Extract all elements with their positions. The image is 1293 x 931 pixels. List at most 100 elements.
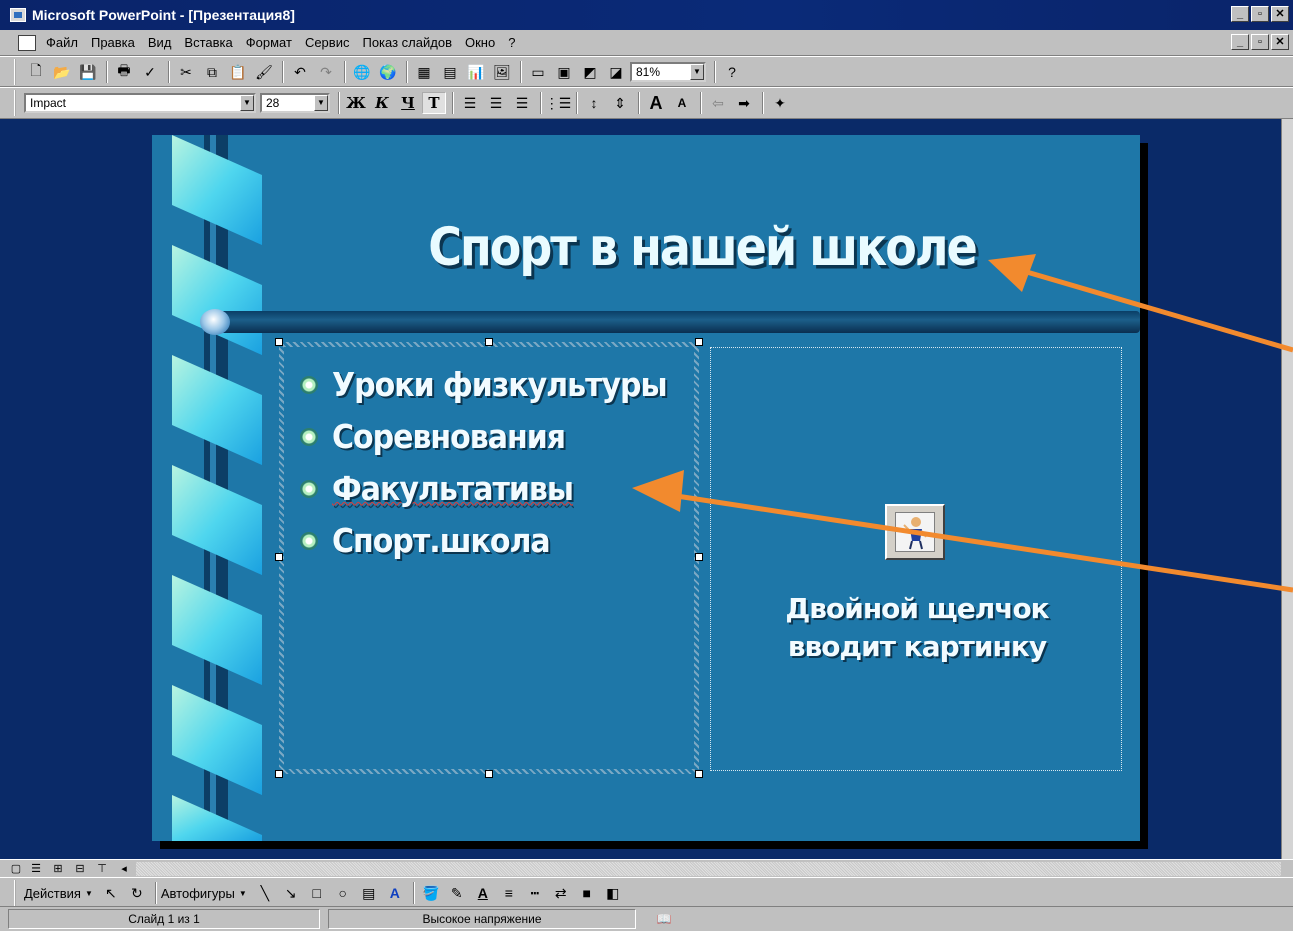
table-icon[interactable]: ▦ [412, 61, 436, 83]
italic-button[interactable]: К [370, 92, 394, 114]
menu-slideshow[interactable]: Показ слайдов [362, 35, 452, 50]
resize-handle[interactable] [485, 338, 493, 346]
font-color-icon[interactable]: A [471, 882, 495, 904]
3d-icon[interactable]: ◧ [601, 882, 625, 904]
actions-menu[interactable]: Действия [24, 886, 81, 901]
undo-icon[interactable]: ↶ [288, 61, 312, 83]
demote-icon[interactable]: ➡ [732, 92, 756, 114]
new-slide-icon[interactable]: ▭ [526, 61, 550, 83]
underline-button[interactable]: Ч [396, 92, 420, 114]
decrease-spacing-icon[interactable]: ⇕ [608, 92, 632, 114]
slideshow-icon[interactable]: ⊤ [94, 862, 110, 876]
increase-spacing-icon[interactable]: ↕ [582, 92, 606, 114]
bullet-textbox[interactable]: Уроки физкультуры Соревнования Факультат… [275, 338, 703, 778]
spell-icon[interactable]: ✓ [138, 61, 162, 83]
align-center-icon[interactable]: ☰ [484, 92, 508, 114]
paste-icon[interactable]: 📋 [226, 61, 250, 83]
resize-handle[interactable] [485, 770, 493, 778]
align-left-icon[interactable]: ☰ [458, 92, 482, 114]
decrease-font-icon[interactable]: A [670, 92, 694, 114]
bold-button[interactable]: Ж [344, 92, 368, 114]
chevron-down-icon[interactable]: ▼ [690, 64, 704, 80]
hyperlink-icon[interactable]: 🌐 [350, 61, 374, 83]
chart-icon[interactable]: 📊 [464, 61, 488, 83]
menu-format[interactable]: Формат [246, 35, 292, 50]
horizontal-scrollbar[interactable] [136, 862, 1281, 876]
format-painter-icon[interactable]: 🖌 [252, 61, 276, 83]
shadow-icon[interactable]: ■ [575, 882, 599, 904]
outline-view-icon[interactable]: ☰ [28, 862, 44, 876]
document-icon[interactable] [18, 34, 36, 51]
slide-sorter-icon[interactable]: ⊞ [50, 862, 66, 876]
align-right-icon[interactable]: ☰ [510, 92, 534, 114]
restore-button[interactable]: ▫ [1251, 6, 1269, 22]
autoshapes-menu[interactable]: Автофигуры [161, 886, 235, 901]
close-button[interactable]: ✕ [1271, 6, 1289, 22]
zoom-select[interactable]: 81% ▼ [630, 62, 706, 82]
list-item[interactable]: Факультативы [300, 463, 667, 515]
chevron-down-icon[interactable]: ▼ [239, 889, 247, 898]
notes-view-icon[interactable]: ⊟ [72, 862, 88, 876]
line-style-icon[interactable]: ≡ [497, 882, 521, 904]
vertical-scrollbar[interactable] [1281, 119, 1293, 859]
menu-edit[interactable]: Правка [91, 35, 135, 50]
menu-insert[interactable]: Вставка [184, 35, 232, 50]
fill-color-icon[interactable]: 🪣 [419, 882, 443, 904]
chevron-down-icon[interactable]: ▼ [85, 889, 93, 898]
menu-file[interactable]: Файл [46, 35, 78, 50]
save-icon[interactable]: 💾 [76, 61, 100, 83]
doc-minimize-button[interactable]: _ [1231, 34, 1249, 50]
promote-icon[interactable]: ⇦ [706, 92, 730, 114]
rectangle-icon[interactable]: □ [305, 882, 329, 904]
list-item[interactable]: Спорт.школа [300, 515, 667, 567]
resize-handle[interactable] [695, 770, 703, 778]
list-item[interactable]: Уроки физкультуры [300, 359, 668, 411]
clipart-icon[interactable] [885, 504, 945, 560]
normal-view-icon[interactable]: ▢ [8, 862, 24, 876]
spelling-status-icon[interactable]: 📖 [644, 909, 684, 929]
clipart-icon[interactable]: 🖼 [490, 61, 514, 83]
arrow-style-icon[interactable]: ⇄ [549, 882, 573, 904]
line-icon[interactable]: ╲ [253, 882, 277, 904]
menu-tools[interactable]: Сервис [305, 35, 350, 50]
powerpoint-app-icon[interactable] [10, 8, 26, 22]
redo-icon[interactable]: ↷ [314, 61, 338, 83]
dash-style-icon[interactable]: ┅ [523, 882, 547, 904]
rotate-icon[interactable]: ↻ [125, 882, 149, 904]
line-color-icon[interactable]: ✎ [445, 882, 469, 904]
resize-handle[interactable] [275, 770, 283, 778]
slide[interactable]: Спорт в нашей школе Уроки физкультуры Со… [152, 135, 1140, 841]
chevron-down-icon[interactable]: ▼ [240, 95, 254, 111]
resize-handle[interactable] [695, 338, 703, 346]
arrow-icon[interactable]: ↘ [279, 882, 303, 904]
textbox-icon[interactable]: ▤ [357, 882, 381, 904]
minimize-button[interactable]: _ [1231, 6, 1249, 22]
open-icon[interactable]: 📂 [50, 61, 74, 83]
shadow-button[interactable]: T [422, 92, 446, 114]
menu-view[interactable]: Вид [148, 35, 172, 50]
web-icon[interactable]: 🌍 [376, 61, 400, 83]
new-icon[interactable]: 🗋 [24, 61, 48, 83]
copy-icon[interactable]: ⧉ [200, 61, 224, 83]
layout-icon[interactable]: ▣ [552, 61, 576, 83]
doc-close-button[interactable]: ✕ [1271, 34, 1289, 50]
scroll-left-icon[interactable]: ◂ [116, 862, 132, 876]
bullets-icon[interactable]: ⋮☰ [545, 92, 572, 114]
animation-effects-icon[interactable]: ✦ [768, 92, 792, 114]
select-pointer-icon[interactable]: ↖ [99, 882, 123, 904]
chevron-down-icon[interactable]: ▼ [314, 95, 328, 111]
resize-handle[interactable] [695, 553, 703, 561]
wordart-icon[interactable]: A [383, 882, 407, 904]
slide-title[interactable]: Спорт в нашей школе [352, 216, 1052, 297]
increase-font-icon[interactable]: A [644, 92, 668, 114]
font-select[interactable]: Impact ▼ [24, 93, 256, 113]
background-icon[interactable]: ◩ [578, 61, 602, 83]
list-item[interactable]: Соревнования [300, 411, 667, 463]
doc-restore-button[interactable]: ▫ [1251, 34, 1269, 50]
oval-icon[interactable]: ○ [331, 882, 355, 904]
menu-help[interactable]: ? [508, 35, 515, 50]
menu-window[interactable]: Окно [465, 35, 495, 50]
help-icon[interactable]: ? [720, 61, 744, 83]
excel-icon[interactable]: ▤ [438, 61, 462, 83]
cut-icon[interactable]: ✂ [174, 61, 198, 83]
